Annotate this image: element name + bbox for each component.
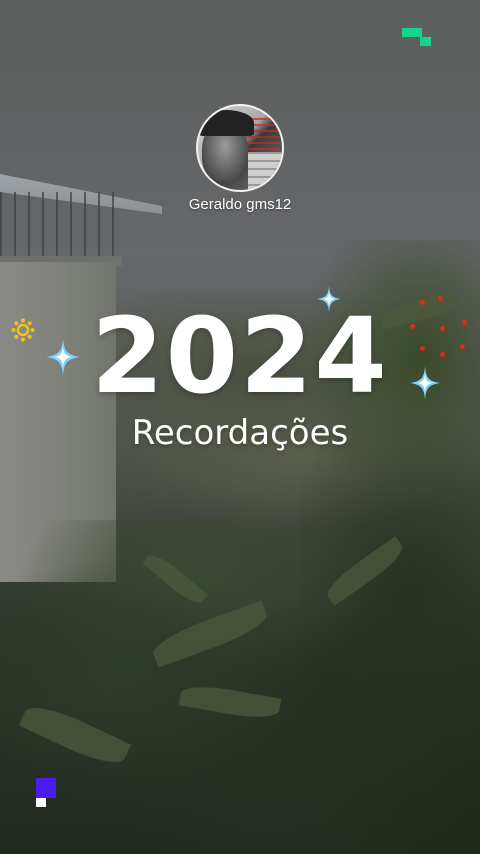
corner-mark-icon xyxy=(36,778,58,808)
brand-mark-icon xyxy=(402,28,432,48)
avatar-wall xyxy=(248,152,282,190)
avatar-cap xyxy=(198,110,254,136)
background-berry xyxy=(438,296,443,301)
year-title: 2024 xyxy=(91,295,389,417)
background-foliage-bottom xyxy=(0,520,480,854)
memories-subtitle: Recordações xyxy=(131,413,349,453)
username-label[interactable]: Geraldo gms12 xyxy=(0,196,480,213)
profile-avatar[interactable] xyxy=(196,104,284,192)
story-screen: Geraldo gms12 2024 Recordações xyxy=(0,0,480,854)
